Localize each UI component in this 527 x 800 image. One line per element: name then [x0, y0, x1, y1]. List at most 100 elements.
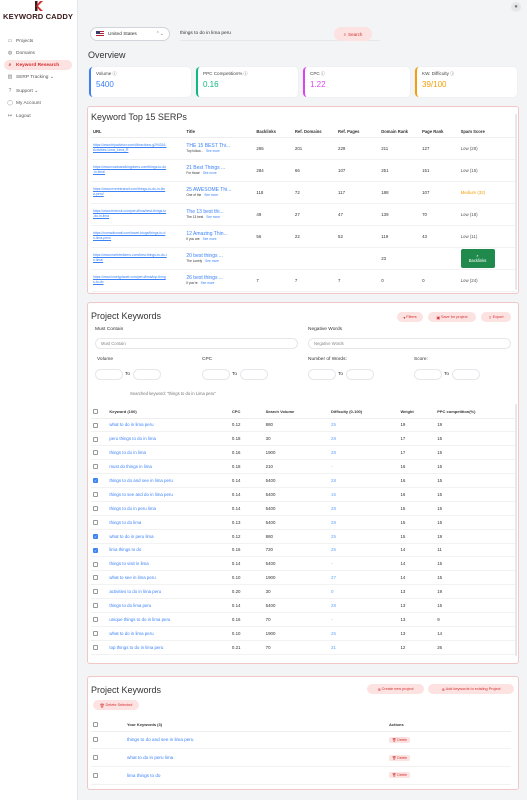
cpc-min-input[interactable] [202, 369, 230, 380]
sidebar-item-domains[interactable]: ◍ Domains [4, 48, 72, 58]
your-keyword-link[interactable]: things to do and see in lima peru [125, 731, 387, 750]
row-checkbox-cell[interactable] [91, 626, 108, 641]
keyword-col-header[interactable]: PPC competition(%) [435, 405, 517, 419]
words-max-input[interactable] [346, 369, 374, 380]
serp-col-header[interactable]: Page Rank [420, 126, 459, 138]
serp-scrollbar[interactable] [515, 114, 517, 290]
select-all-checkbox[interactable] [93, 722, 98, 728]
keyword-link[interactable]: things to do lima [107, 515, 230, 530]
row-checkbox[interactable] [93, 603, 98, 609]
keyword-link[interactable]: things to see and do in lima peru [107, 487, 230, 502]
row-checkbox-cell[interactable] [91, 529, 108, 544]
keyword-link[interactable]: peru things to do in lima [107, 431, 230, 447]
serp-col-header[interactable]: Backlinks [254, 126, 293, 138]
row-checkbox[interactable] [93, 737, 98, 743]
row-checkbox-cell[interactable] [91, 501, 108, 516]
serp-col-header[interactable]: Ref. Domains [292, 126, 337, 138]
country-select[interactable]: United States ⌃⌄ [90, 27, 170, 41]
backlinks-button[interactable]: ⌕ Backlinks [460, 248, 495, 268]
row-checkbox[interactable] [93, 755, 98, 761]
row-checkbox[interactable] [93, 617, 98, 623]
keyword-col-header[interactable]: CPC [229, 405, 264, 419]
see-more-link[interactable]: See more [206, 215, 220, 219]
serp-col-header[interactable]: Spam Score [458, 126, 517, 138]
see-more-link[interactable]: See more [203, 237, 217, 241]
row-checkbox[interactable] [93, 492, 98, 498]
score-max-input[interactable] [452, 369, 480, 380]
keyword-col-header[interactable]: Difficulty (0-100) [329, 405, 399, 419]
select-all-header[interactable] [91, 719, 125, 732]
row-checkbox-cell[interactable] [91, 748, 125, 767]
search-button[interactable]: ⌕ Search [334, 27, 372, 41]
row-checkbox[interactable] [93, 561, 98, 567]
sidebar-item-logout[interactable]: ↦ Logout [4, 111, 72, 121]
filters-button[interactable]: ▾ Filters [397, 312, 423, 322]
negative-words-input[interactable]: Negative Words [308, 338, 511, 349]
keyword-link[interactable]: what to do in peru lima [107, 529, 230, 544]
row-checkbox[interactable] [93, 589, 98, 595]
row-checkbox-cell[interactable] [91, 612, 108, 627]
select-all-header[interactable] [91, 405, 108, 419]
serp-url-link[interactable]: https://www.lonelyplanet.com/peru/lima/t… [93, 275, 167, 285]
delete-selected-button[interactable]: 🗑 Delete Selected [93, 700, 139, 710]
keyword-col-header[interactable]: Search Volume [263, 405, 329, 419]
row-checkbox[interactable] [93, 436, 98, 442]
row-checkbox[interactable] [93, 505, 98, 511]
your-keyword-link[interactable]: what to do in peru lima [125, 748, 387, 767]
row-checkbox[interactable] [93, 644, 98, 650]
save-for-project-button[interactable]: ▣ Save for project [428, 312, 476, 322]
row-checkbox[interactable] [93, 478, 98, 484]
serp-col-header[interactable]: Title [184, 126, 255, 138]
keyword-link[interactable]: activities to do in lima peru [107, 584, 230, 600]
row-checkbox-cell[interactable] [91, 418, 108, 433]
row-checkbox-cell[interactable] [91, 766, 125, 785]
row-checkbox[interactable] [93, 422, 98, 428]
cpc-max-input[interactable] [240, 369, 268, 380]
keyword-link[interactable]: unique things to do in lima peru [107, 612, 230, 627]
delete-button[interactable]: 🗑 Delete [389, 754, 411, 761]
sidebar-item-my-account[interactable]: ◯ My Account [4, 98, 72, 108]
see-more-link[interactable]: See more [205, 259, 219, 263]
row-checkbox[interactable] [93, 450, 98, 456]
row-checkbox-cell[interactable] [91, 459, 108, 475]
keyword-scrollbar[interactable] [515, 404, 517, 656]
serp-col-header[interactable]: URL [91, 126, 185, 138]
sidebar-item-projects[interactable]: ▭ Projects [4, 36, 72, 46]
delete-button[interactable]: 🗑 Delete [389, 772, 411, 779]
row-checkbox-cell[interactable] [91, 640, 108, 655]
serp-url-link[interactable]: https://nomadicmatt.com/travel-blogs/thi… [93, 231, 167, 241]
words-min-input[interactable] [308, 369, 336, 380]
keyword-link[interactable]: lima things to do [107, 543, 230, 558]
serp-url-link[interactable]: https://www.everintransit.com/things-to-… [93, 187, 167, 197]
keyword-link[interactable]: must do things in lima [107, 459, 230, 475]
delete-button[interactable]: 🗑 Delete [389, 736, 411, 743]
row-checkbox[interactable] [93, 547, 98, 553]
score-min-input[interactable] [414, 369, 442, 380]
serp-url-link[interactable]: https://www.roadsandkingdoms.com/things-… [93, 165, 167, 175]
row-checkbox[interactable] [93, 464, 98, 470]
see-more-link[interactable]: See more [204, 193, 218, 197]
sidebar-item-serp-tracking[interactable]: ▥ SERP Tracking ⌄ [4, 72, 72, 82]
see-more-link[interactable]: See more [201, 281, 215, 285]
row-checkbox-cell[interactable] [91, 487, 108, 502]
add-to-project-button[interactable]: ⊕ Add keywords to existing Project [428, 684, 514, 694]
keyword-link[interactable]: top things to do in lima peru [107, 640, 230, 655]
keyword-link[interactable]: things to do in peru lima [107, 501, 230, 516]
serp-url-link[interactable]: https://www.tripadvisor.com/Attractions-… [93, 143, 167, 153]
keyword-link[interactable]: what to see in lima peru [107, 570, 230, 586]
row-checkbox-cell[interactable] [91, 598, 108, 613]
row-checkbox-cell[interactable] [91, 543, 108, 558]
keyword-link[interactable]: what to do in lima peru [107, 626, 230, 641]
see-more-link[interactable]: See more [206, 149, 220, 153]
keyword-link[interactable]: things to do in lima [107, 445, 230, 461]
sidebar-item-keyword-research[interactable]: ⌕ Keyword Research [4, 60, 72, 70]
row-checkbox[interactable] [93, 533, 98, 539]
row-checkbox-cell[interactable] [91, 570, 108, 586]
select-all-checkbox[interactable] [93, 408, 98, 414]
serp-col-header[interactable]: Domain Rank [379, 126, 421, 138]
export-button[interactable]: ⇪ Export [481, 312, 511, 322]
keyword-col-header[interactable]: Keyword (100) [107, 405, 230, 419]
row-checkbox-cell[interactable] [91, 731, 125, 750]
volume-max-input[interactable] [133, 369, 161, 380]
row-checkbox[interactable] [93, 772, 98, 778]
